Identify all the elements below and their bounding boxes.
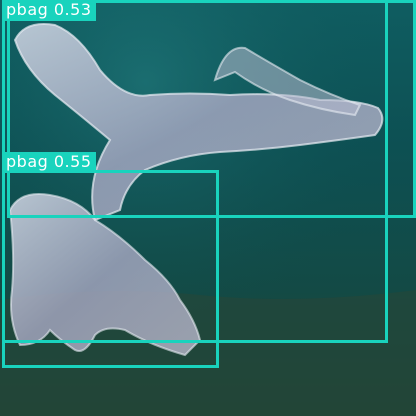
class-name: pbag bbox=[6, 152, 49, 171]
class-name: pbag bbox=[6, 0, 49, 19]
detection-box bbox=[2, 170, 219, 368]
detection-label: pbag 0.55 bbox=[2, 152, 96, 173]
detection-image: pbag 0.53 pbag 0.55 bbox=[0, 0, 416, 416]
confidence-score: 0.53 bbox=[53, 0, 92, 19]
detection-label: pbag 0.53 bbox=[2, 0, 96, 21]
confidence-score: 0.55 bbox=[53, 152, 92, 171]
